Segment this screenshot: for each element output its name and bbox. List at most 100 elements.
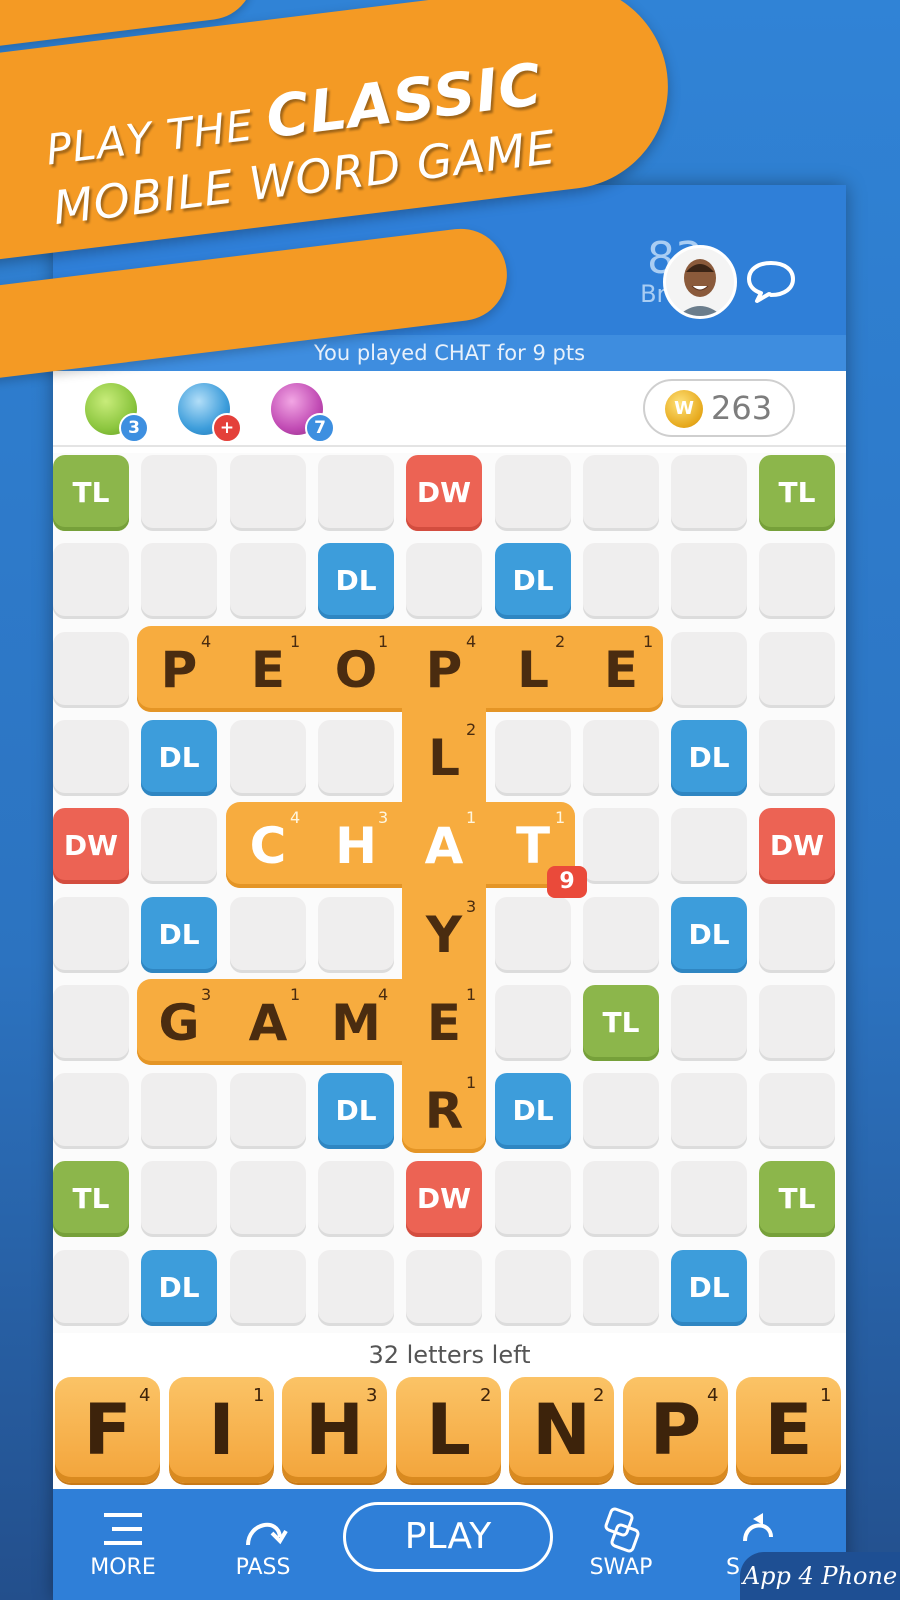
board-square[interactable] (230, 455, 306, 531)
bonus-square-dl[interactable]: DL (141, 720, 217, 796)
shuffle-icon (743, 1513, 773, 1542)
board-square[interactable] (406, 1250, 482, 1326)
chat-icon[interactable] (743, 257, 799, 305)
pass-button[interactable]: PASS (208, 1489, 318, 1600)
board-square[interactable] (230, 720, 306, 796)
board-square[interactable] (759, 985, 835, 1061)
bonus-square-dl[interactable]: DL (671, 1250, 747, 1326)
swap-button[interactable]: SWAP (566, 1489, 676, 1600)
bonus-square-tl[interactable]: TL (53, 455, 129, 531)
tile-points: 4 (466, 632, 477, 651)
bonus-square-dw[interactable]: DW (406, 1161, 482, 1237)
tile-points: 4 (201, 632, 212, 651)
board-square[interactable] (53, 720, 129, 796)
board-square[interactable] (671, 1073, 747, 1149)
board-square[interactable] (495, 897, 571, 973)
board-square[interactable] (671, 1161, 747, 1237)
game-board: TL DW TL DL DL DL DL DW DW DL DL TL DL DL TL DW TL DL DL P 4… (53, 453, 846, 1333)
board-square[interactable] (583, 455, 659, 531)
board-square[interactable] (406, 543, 482, 619)
board-square[interactable] (759, 543, 835, 619)
opponent-avatar[interactable] (663, 245, 737, 319)
board-square[interactable] (671, 632, 747, 708)
board-square[interactable] (318, 897, 394, 973)
swoosh-powerup[interactable]: 3 (85, 383, 149, 443)
bonus-square-dl[interactable]: DL (671, 720, 747, 796)
more-label: MORE (90, 1555, 156, 1580)
bonus-square-dl[interactable]: DL (141, 1250, 217, 1326)
board-square[interactable] (318, 1250, 394, 1326)
board-square[interactable] (53, 897, 129, 973)
more-button[interactable]: MORE (68, 1489, 178, 1600)
tile-rack: F4I1H3L2N2P4E1 (53, 1377, 846, 1489)
rack-tile-points: 2 (593, 1385, 605, 1406)
tile-points: 2 (466, 720, 477, 739)
bonus-square-dw[interactable]: DW (759, 808, 835, 884)
board-square[interactable] (141, 1073, 217, 1149)
hindsight-powerup[interactable]: + (178, 383, 242, 443)
last-play-score-badge: 9 (547, 866, 587, 898)
board-square[interactable] (53, 632, 129, 708)
board-square[interactable] (495, 1250, 571, 1326)
powerup-add-badge: + (212, 413, 242, 443)
board-square[interactable] (53, 985, 129, 1061)
bonus-square-dl[interactable]: DL (318, 1073, 394, 1149)
board-square[interactable] (53, 1250, 129, 1326)
tile-points: 3 (201, 985, 212, 1004)
board-square[interactable] (318, 1161, 394, 1237)
board-square[interactable] (583, 720, 659, 796)
board-square[interactable] (141, 808, 217, 884)
board-square[interactable] (759, 1250, 835, 1326)
bonus-square-dl[interactable]: DL (495, 1073, 571, 1149)
board-square[interactable] (318, 455, 394, 531)
board-square[interactable] (759, 632, 835, 708)
bonus-square-tl[interactable]: TL (583, 985, 659, 1061)
bonus-square-dl[interactable]: DL (671, 897, 747, 973)
tile-swap-powerup[interactable]: 7 (271, 383, 335, 443)
coin-balance[interactable]: W 263 (643, 379, 795, 437)
board-square[interactable] (141, 455, 217, 531)
board-square[interactable] (495, 720, 571, 796)
board-square[interactable] (759, 1073, 835, 1149)
bonus-square-tl[interactable]: TL (759, 455, 835, 531)
powerup-toolbar: 3 + 7 W 263 (53, 371, 846, 447)
board-square[interactable] (671, 455, 747, 531)
board-square[interactable] (759, 897, 835, 973)
swap-icon (604, 1507, 640, 1553)
rack-tile-letter: L (426, 1389, 471, 1471)
board-square[interactable] (671, 808, 747, 884)
bonus-square-dw[interactable]: DW (406, 455, 482, 531)
board-square[interactable] (583, 1250, 659, 1326)
board-square[interactable] (230, 1073, 306, 1149)
play-button[interactable]: PLAY (343, 1502, 553, 1572)
board-square[interactable] (495, 455, 571, 531)
board-square[interactable] (53, 1073, 129, 1149)
board-square[interactable] (671, 543, 747, 619)
board-square[interactable] (141, 1161, 217, 1237)
board-square[interactable] (141, 543, 217, 619)
board-square[interactable] (318, 720, 394, 796)
board-square[interactable] (583, 1161, 659, 1237)
bonus-square-tl[interactable]: TL (53, 1161, 129, 1237)
board-square[interactable] (230, 543, 306, 619)
coin-icon: W (665, 390, 703, 428)
board-square[interactable] (495, 1161, 571, 1237)
bonus-square-dl[interactable]: DL (318, 543, 394, 619)
tile-points: 3 (378, 808, 389, 827)
board-square[interactable] (230, 897, 306, 973)
board-square[interactable] (583, 1073, 659, 1149)
board-square[interactable] (230, 1161, 306, 1237)
bonus-square-tl[interactable]: TL (759, 1161, 835, 1237)
board-square[interactable] (671, 985, 747, 1061)
board-square[interactable] (759, 720, 835, 796)
board-square[interactable] (495, 985, 571, 1061)
board-square[interactable] (230, 1250, 306, 1326)
board-square[interactable] (583, 808, 659, 884)
board-square[interactable] (583, 543, 659, 619)
board-square[interactable] (53, 543, 129, 619)
bonus-square-dl[interactable]: DL (495, 543, 571, 619)
board-square[interactable] (583, 897, 659, 973)
bonus-square-dl[interactable]: DL (141, 897, 217, 973)
rack-tile-letter: P (649, 1389, 702, 1471)
bonus-square-dw[interactable]: DW (53, 808, 129, 884)
